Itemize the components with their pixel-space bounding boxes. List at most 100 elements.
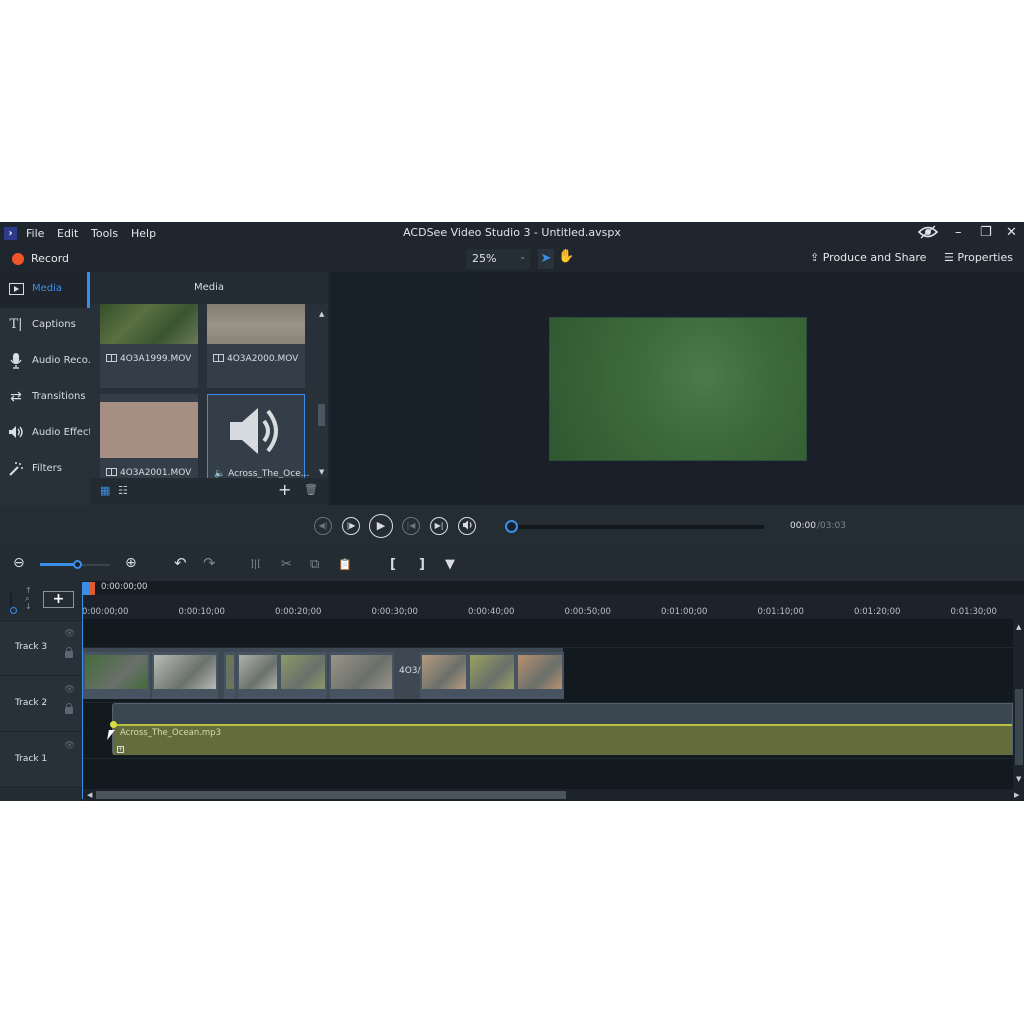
timeline-ruler[interactable]: 0:00:00;00 0:00:00;00 0:00:10;00 0:00:20;0… xyxy=(82,581,1024,619)
media-tile-selected[interactable]: 🔈 Across_The_Oce... xyxy=(207,394,309,478)
zoom-in-icon[interactable]: ⊕ xyxy=(125,555,137,571)
zoom-out-icon[interactable]: ⊖ xyxy=(13,555,25,571)
eye-icon[interactable]: 👁 xyxy=(64,741,75,751)
paste-icon[interactable]: 📋 xyxy=(338,558,352,571)
track-header[interactable]: Track 1 👁 xyxy=(0,733,82,788)
sidebar-item-audio-recording[interactable]: Audio Reco... xyxy=(0,344,97,380)
media-tile-name: 🔈 Across_The_Oce... xyxy=(214,469,310,478)
playback-progress-knob[interactable] xyxy=(505,520,518,533)
scroll-down-icon[interactable]: ▼ xyxy=(1016,775,1021,783)
sidebar-item-audio-effects[interactable]: Audio Effects xyxy=(0,416,98,452)
video-clip-thumbnail xyxy=(85,655,148,689)
hand-tool-icon[interactable]: ✋ xyxy=(558,249,574,264)
video-clip-thumbnail xyxy=(422,655,466,689)
ruler-tick-label: 0:00:00;00 xyxy=(82,607,129,617)
media-tile[interactable]: 4O3A1999.MOV xyxy=(100,304,198,388)
track-1-lane[interactable] xyxy=(82,760,1013,789)
list-view-icon[interactable]: ☷ xyxy=(118,484,128,497)
sidebar-item-filters[interactable]: Filters xyxy=(0,452,88,488)
scroll-up-icon[interactable]: ▲ xyxy=(319,310,324,318)
sidebar-item-transitions[interactable]: ⇄ Transitions xyxy=(0,380,88,416)
video-clip-thumbnail xyxy=(470,655,514,689)
properties-button[interactable]: ☰ Properties xyxy=(944,251,1013,264)
sidebar-item-media[interactable]: Media xyxy=(0,272,90,308)
go-to-start-button[interactable]: |◀ xyxy=(402,517,420,535)
restore-button[interactable]: ❐ xyxy=(980,225,992,240)
ruler-tick-label: 0:01:30;00 xyxy=(950,607,997,617)
title-bar: › File Edit Tools Help ACDSee Video Stud… xyxy=(0,222,1024,246)
preview-panel xyxy=(330,272,1024,505)
split-icon[interactable]: ]|[ xyxy=(250,559,261,570)
track-headers: Track 4 Track 3 👁 Track 2 👁 Track 1 👁 xyxy=(0,619,82,789)
sidebar-item-label: Transitions xyxy=(32,391,86,402)
minimize-button[interactable]: – xyxy=(955,225,962,240)
scroll-up-icon[interactable]: ▲ xyxy=(1016,623,1021,631)
scrollbar-thumb[interactable] xyxy=(96,791,566,799)
previous-frame-button[interactable]: ◀| xyxy=(314,517,332,535)
video-clip-thumbnail xyxy=(331,655,392,689)
timeline-horizontal-scrollbar[interactable]: ◀ ▶ xyxy=(82,789,1024,801)
eye-icon[interactable]: 👁 xyxy=(64,629,75,639)
marker-icon[interactable]: ▼ xyxy=(445,557,455,572)
track-zoom-icon[interactable]: ↑ ⌕ ↓ xyxy=(25,587,32,611)
audio-file-speaker-icon xyxy=(230,408,278,454)
scrollbar-thumb[interactable] xyxy=(1015,689,1023,765)
redo-icon[interactable]: ↷ xyxy=(203,554,216,572)
track-header[interactable]: Track 2 👁 xyxy=(0,677,82,732)
video-clip-thumbnail xyxy=(226,655,234,689)
lock-icon[interactable] xyxy=(65,703,73,714)
menu-lines-icon: ☰ xyxy=(944,251,954,264)
close-button[interactable]: ✕ xyxy=(1006,225,1017,240)
scroll-down-icon[interactable]: ▼ xyxy=(319,468,324,476)
copy-icon[interactable]: ⧉ xyxy=(310,557,319,572)
mark-out-icon[interactable]: ] xyxy=(419,557,425,572)
video-clip-group[interactable]: 4O3/ xyxy=(82,648,564,699)
track-height-knob[interactable] xyxy=(10,607,17,614)
media-tile[interactable]: 4O3A2001.MOV xyxy=(100,394,198,478)
scroll-left-icon[interactable]: ◀ xyxy=(87,791,92,799)
sidebar-item-label: Media xyxy=(32,283,63,294)
sidebar-item-captions[interactable]: T| Captions xyxy=(0,308,88,344)
volume-button[interactable] xyxy=(458,517,476,535)
media-scrollbar[interactable]: ▲ ▼ xyxy=(318,304,328,478)
scrollbar-thumb[interactable] xyxy=(318,404,325,426)
add-track-button[interactable]: + xyxy=(43,591,74,608)
timeline-vertical-scrollbar[interactable]: ▲ ▼ xyxy=(1013,619,1024,789)
audio-keyframe[interactable] xyxy=(110,721,117,728)
eye-icon[interactable]: 👁 xyxy=(64,685,75,695)
lock-icon[interactable] xyxy=(65,647,73,658)
zoom-select[interactable]: 25% ⌄ xyxy=(466,249,530,269)
playback-progress-track[interactable] xyxy=(512,525,764,529)
ruler-tick-label: 0:01:00;00 xyxy=(661,607,708,617)
produce-and-share-button[interactable]: ⇪ Produce and Share xyxy=(810,251,926,264)
clip-options-icon[interactable]: + xyxy=(117,746,124,753)
timeline-zoom-slider[interactable] xyxy=(40,560,110,569)
ruler-tick-label: 0:00:30;00 xyxy=(371,607,418,617)
audio-clip[interactable]: Across_The_Ocean.mp3 + xyxy=(110,703,1013,755)
undo-icon[interactable]: ↶ xyxy=(174,554,187,572)
next-frame-button[interactable]: |▶ xyxy=(342,517,360,535)
cut-icon[interactable]: ✂ xyxy=(281,557,292,572)
media-footer: ▦ ☷ + 🗑 xyxy=(90,478,328,505)
add-media-button[interactable]: + xyxy=(278,480,291,499)
media-tile[interactable]: 4O3A2000.MOV xyxy=(207,304,305,388)
timeline-tracks[interactable]: 4O3/ Across_The_Ocean.mp3 + xyxy=(82,619,1013,789)
trash-icon[interactable]: 🗑 xyxy=(304,483,318,496)
pointer-tool-icon[interactable]: ➤ xyxy=(538,249,554,269)
film-icon xyxy=(213,354,224,362)
preview-video-frame[interactable] xyxy=(549,317,807,461)
track-header[interactable]: Track 3 👁 xyxy=(0,621,82,676)
visibility-eye-icon[interactable] xyxy=(917,225,939,243)
slider-knob[interactable] xyxy=(73,560,82,569)
media-tile-name: 4O3A2001.MOV xyxy=(106,468,191,478)
mark-in-icon[interactable]: [ xyxy=(390,557,396,572)
grid-view-icon[interactable]: ▦ xyxy=(100,484,110,497)
scroll-right-icon[interactable]: ▶ xyxy=(1014,791,1019,799)
zoom-value: 25% xyxy=(472,252,497,265)
window-title: ACDSee Video Studio 3 - Untitled.avspx xyxy=(403,226,621,239)
play-button[interactable]: ▶ xyxy=(369,514,393,538)
timeline-corner xyxy=(0,789,82,801)
track-4-lane[interactable] xyxy=(82,619,1013,648)
go-to-end-button[interactable]: ▶| xyxy=(430,517,448,535)
film-icon xyxy=(106,354,117,362)
